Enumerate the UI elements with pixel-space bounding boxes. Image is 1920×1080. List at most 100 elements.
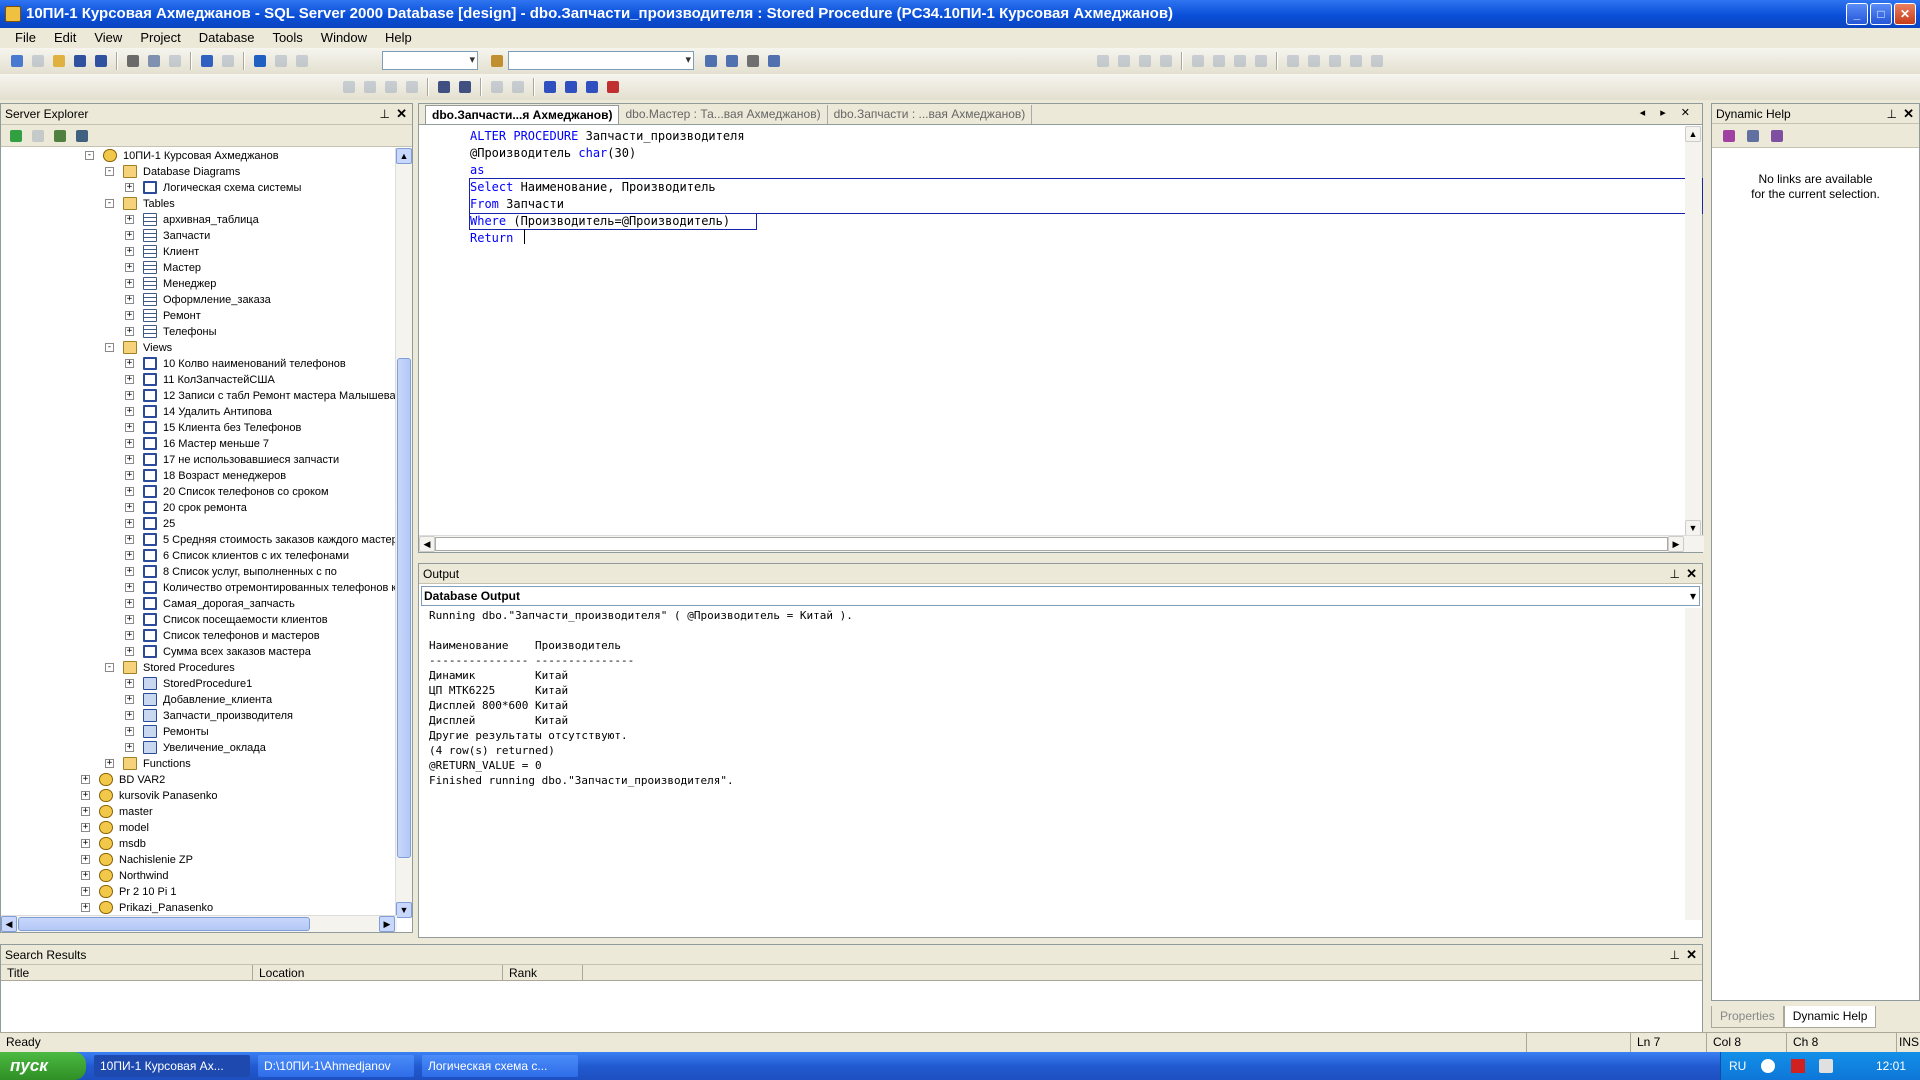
expand-icon[interactable]: + <box>81 903 90 912</box>
language-indicator[interactable]: RU <box>1729 1052 1746 1080</box>
cut-icon[interactable] <box>124 52 142 70</box>
find-combo[interactable] <box>508 51 694 70</box>
taskbar-item[interactable]: D:\10ПИ-1\Ahmedjanov <box>258 1055 414 1077</box>
start-button[interactable]: пуск <box>0 1052 86 1080</box>
expand-icon[interactable]: + <box>125 295 134 304</box>
pin-icon[interactable]: ⊥ <box>1670 945 1680 965</box>
expand-icon[interactable]: + <box>125 631 134 640</box>
expand-icon[interactable]: + <box>125 695 134 704</box>
search-icon[interactable] <box>1768 127 1786 145</box>
word-complete-icon[interactable] <box>403 78 421 96</box>
find-in-files-icon[interactable] <box>488 52 506 70</box>
save-all-icon[interactable] <box>92 52 110 70</box>
bookmark-clear-icon[interactable] <box>1252 52 1270 70</box>
expand-icon[interactable]: + <box>125 471 134 480</box>
scroll-thumb[interactable] <box>18 917 310 931</box>
column-title[interactable]: Title <box>1 965 253 980</box>
taskbar-item[interactable]: 10ПИ-1 Курсовая Ах... <box>94 1055 250 1077</box>
menu-help[interactable]: Help <box>376 28 421 48</box>
expand-icon[interactable]: + <box>105 759 114 768</box>
expand-icon[interactable]: + <box>125 487 134 496</box>
collapse-icon[interactable]: - <box>105 663 114 672</box>
class-view-icon[interactable] <box>765 52 783 70</box>
expand-icon[interactable]: + <box>81 887 90 896</box>
tab-stored-procedure[interactable]: dbo.Запчасти...я Ахмеджанов) <box>425 105 620 124</box>
debug-icon[interactable] <box>1094 52 1112 70</box>
navigate-forward-icon[interactable] <box>272 52 290 70</box>
expand-icon[interactable]: + <box>125 743 134 752</box>
scroll-thumb[interactable] <box>435 537 1668 551</box>
redo-icon[interactable] <box>219 52 237 70</box>
next-record-icon[interactable] <box>1326 52 1344 70</box>
column-rank[interactable]: Rank <box>503 965 583 980</box>
add-item-icon[interactable] <box>29 52 47 70</box>
expand-icon[interactable]: + <box>125 439 134 448</box>
stop-icon[interactable] <box>1210 52 1228 70</box>
collapse-icon[interactable]: - <box>105 167 114 176</box>
minimize-button[interactable]: _ <box>1846 3 1868 25</box>
close-icon[interactable]: ✕ <box>396 104 407 124</box>
previous-bookmark-icon[interactable] <box>583 78 601 96</box>
tab-controls[interactable]: ◂ ▸ ✕ <box>1640 106 1696 119</box>
scroll-down-icon[interactable]: ▼ <box>1685 520 1701 536</box>
expand-icon[interactable]: + <box>125 615 134 624</box>
menu-edit[interactable]: Edit <box>45 28 85 48</box>
expand-icon[interactable]: + <box>125 503 134 512</box>
close-icon[interactable]: ✕ <box>1686 564 1697 584</box>
output-pane-selector[interactable]: Database Output <box>421 586 1700 606</box>
expand-icon[interactable]: + <box>125 231 134 240</box>
tab-parts-table[interactable]: dbo.Запчасти : ...вая Ахмеджанов) <box>828 105 1033 124</box>
collapse-icon[interactable]: - <box>105 199 114 208</box>
expand-icon[interactable]: + <box>125 551 134 560</box>
pin-icon[interactable]: ⊥ <box>1887 104 1897 124</box>
vertical-scrollbar[interactable] <box>1685 608 1702 920</box>
scroll-right-icon[interactable]: ▶ <box>379 916 395 932</box>
new-project-icon[interactable] <box>8 52 26 70</box>
properties-icon[interactable] <box>723 52 741 70</box>
expand-icon[interactable]: + <box>81 871 90 880</box>
expand-icon[interactable]: + <box>125 567 134 576</box>
save-icon[interactable] <box>71 52 89 70</box>
collapse-icon[interactable]: - <box>105 343 114 352</box>
expand-icon[interactable]: + <box>125 327 134 336</box>
menu-window[interactable]: Window <box>312 28 376 48</box>
index-icon[interactable] <box>1744 127 1762 145</box>
expand-icon[interactable]: + <box>125 215 134 224</box>
tab-properties[interactable]: Properties <box>1711 1006 1784 1028</box>
expand-icon[interactable]: + <box>125 599 134 608</box>
paste-icon[interactable] <box>166 52 184 70</box>
contents-icon[interactable] <box>1720 127 1738 145</box>
expand-icon[interactable]: + <box>125 455 134 464</box>
menu-project[interactable]: Project <box>131 28 189 48</box>
uncomment-icon[interactable] <box>509 78 527 96</box>
expand-icon[interactable]: + <box>81 775 90 784</box>
next-bookmark-icon[interactable] <box>562 78 580 96</box>
scroll-left-icon[interactable]: ◀ <box>419 536 435 552</box>
first-record-icon[interactable] <box>1284 52 1302 70</box>
expand-icon[interactable]: + <box>125 727 134 736</box>
expand-icon[interactable]: + <box>125 375 134 384</box>
tab-dynamic-help[interactable]: Dynamic Help <box>1783 1006 1877 1028</box>
run-icon[interactable] <box>1189 52 1207 70</box>
expand-icon[interactable]: + <box>125 247 134 256</box>
expand-icon[interactable]: + <box>125 583 134 592</box>
menu-database[interactable]: Database <box>190 28 264 48</box>
expand-icon[interactable]: + <box>125 423 134 432</box>
close-icon[interactable]: ✕ <box>1903 104 1914 124</box>
expand-icon[interactable]: + <box>125 183 134 192</box>
horizontal-scrollbar[interactable]: ◀ ▶ <box>1 915 397 932</box>
clear-bookmarks-icon[interactable] <box>604 78 622 96</box>
expand-icon[interactable]: + <box>125 311 134 320</box>
last-record-icon[interactable] <box>1347 52 1365 70</box>
menu-tools[interactable]: Tools <box>263 28 311 48</box>
comment-icon[interactable] <box>488 78 506 96</box>
expand-icon[interactable]: + <box>125 359 134 368</box>
scroll-right-icon[interactable]: ▶ <box>1668 536 1684 552</box>
increase-indent-icon[interactable] <box>456 78 474 96</box>
parameter-info-icon[interactable] <box>361 78 379 96</box>
scroll-thumb[interactable] <box>397 358 411 858</box>
options-icon[interactable] <box>1368 52 1386 70</box>
menu-file[interactable]: File <box>6 28 45 48</box>
debug-step-over-icon[interactable] <box>1136 52 1154 70</box>
copy-icon[interactable] <box>145 52 163 70</box>
